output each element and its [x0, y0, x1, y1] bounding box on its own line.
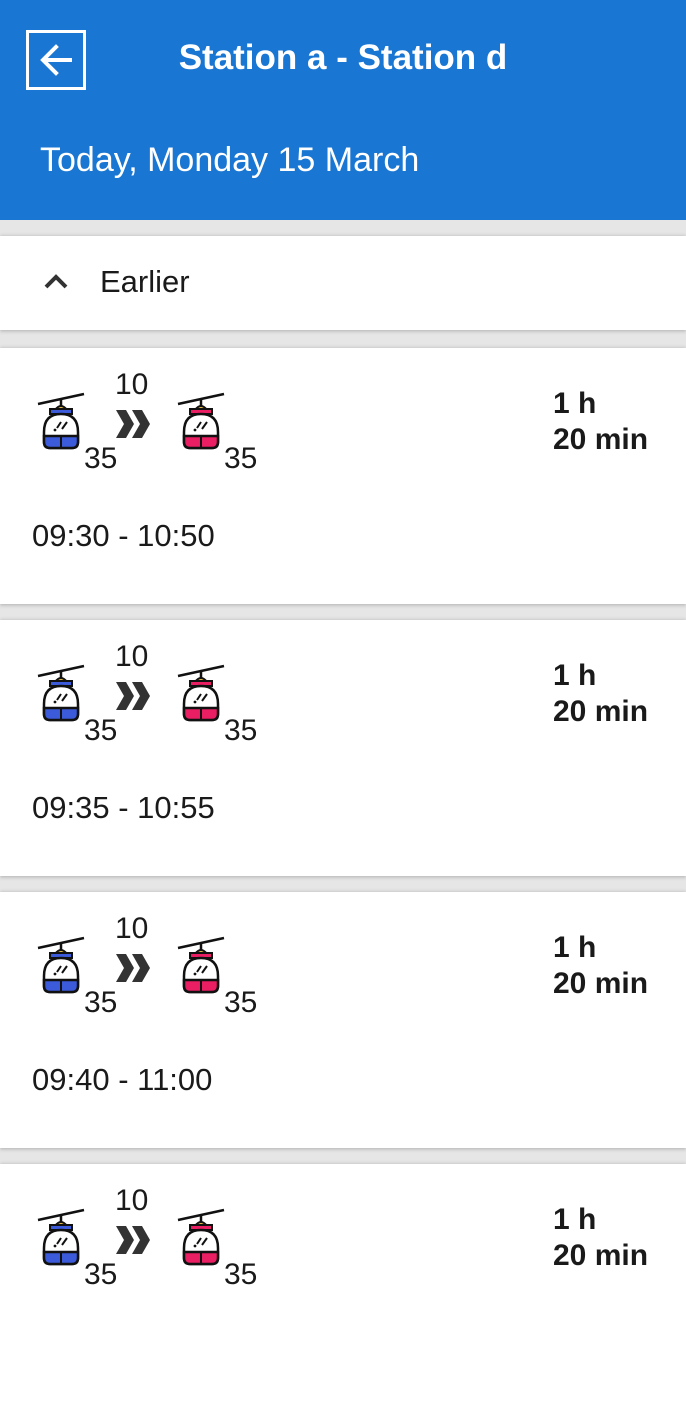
duration-hours: 1 h [553, 1203, 597, 1236]
leg2-line-number: 35 [224, 442, 258, 475]
trip-duration: 1 h 20 min [553, 658, 648, 730]
gondola-icon [37, 1208, 85, 1266]
gondola-icon [177, 664, 225, 722]
transfer-wait: 10 [115, 912, 149, 945]
duration-minutes: 20 min [553, 1239, 649, 1272]
gondola-icon [177, 1208, 225, 1266]
gondola-icon [37, 392, 85, 450]
leg1-line-number: 35 [84, 442, 118, 475]
chevron-up-icon [44, 274, 68, 289]
duration-minutes: 20 min [553, 967, 649, 1000]
leg1-line-number: 35 [84, 714, 118, 747]
transfer-wait: 10 [115, 1184, 149, 1217]
travel-date: Today, Monday 15 March [40, 141, 420, 179]
double-chevron-right-icon [116, 1226, 150, 1254]
earlier-label: Earlier [100, 264, 190, 299]
duration-minutes: 20 min [553, 695, 649, 728]
connection-card[interactable]: 10 35 35 1 h 20 min 09:30 - 10:50 [0, 348, 686, 604]
gondola-icon [177, 936, 225, 994]
trip-duration: 1 h 20 min [553, 930, 648, 1002]
duration-hours: 1 h [553, 931, 597, 964]
gondola-icon [177, 392, 225, 450]
transfer-wait: 10 [115, 640, 149, 673]
duration-hours: 1 h [553, 387, 597, 420]
leg2-line-number: 35 [224, 986, 258, 1019]
departure-arrival-times: 09:40 - 11:00 [32, 1062, 213, 1097]
gondola-icon [37, 936, 85, 994]
leg2-line-number: 35 [224, 714, 258, 747]
connection-card[interactable]: 10 35 35 1 h 20 min 09:35 - 10:55 [0, 620, 686, 876]
duration-hours: 1 h [553, 659, 597, 692]
gondola-icon [37, 664, 85, 722]
connection-card[interactable]: 10 35 35 1 h 20 min 09:40 - 11:00 [0, 892, 686, 1148]
departure-arrival-times: 09:30 - 10:50 [32, 518, 215, 553]
app-header: Station a - Station d Today, Monday 15 M… [0, 0, 686, 220]
leg2-line-number: 35 [224, 1258, 258, 1291]
double-chevron-right-icon [116, 682, 150, 710]
double-chevron-right-icon [116, 954, 150, 982]
page-title: Station a - Station d [178, 38, 508, 77]
leg1-line-number: 35 [84, 1258, 118, 1291]
double-chevron-right-icon [116, 410, 150, 438]
leg1-line-number: 35 [84, 986, 118, 1019]
departure-arrival-times: 09:35 - 10:55 [32, 790, 215, 825]
duration-minutes: 20 min [553, 423, 649, 456]
earlier-button[interactable]: Earlier [0, 236, 686, 330]
transfer-wait: 10 [115, 368, 149, 401]
trip-duration: 1 h 20 min [553, 386, 648, 458]
trip-duration: 1 h 20 min [553, 1202, 648, 1274]
connection-card[interactable]: 10 35 35 1 h 20 min [0, 1164, 686, 1420]
